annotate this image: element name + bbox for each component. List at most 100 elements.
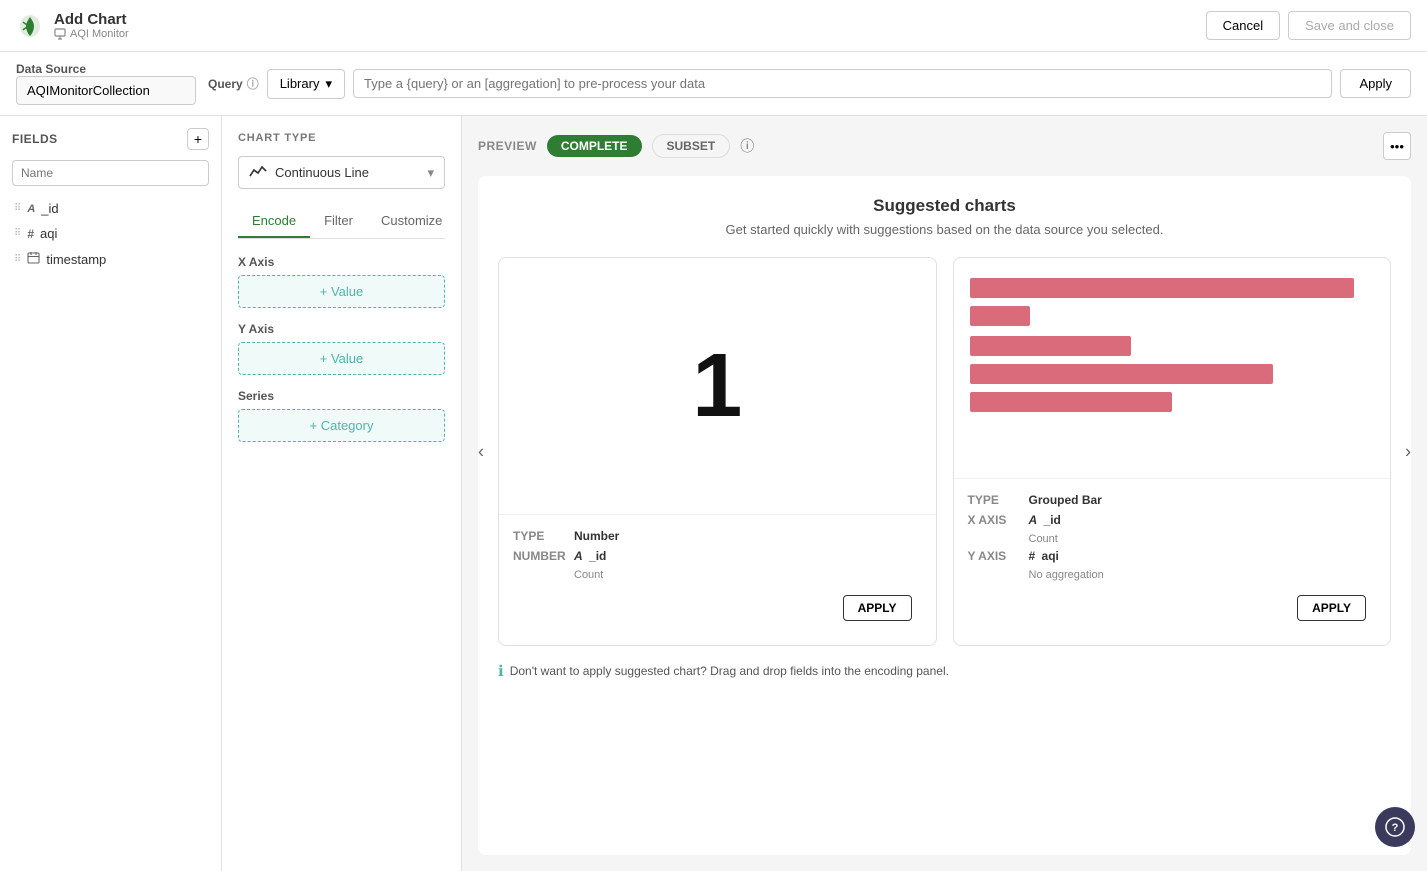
tab-customize[interactable]: Customize	[367, 205, 456, 238]
preview-more-button[interactable]: •••	[1383, 132, 1411, 160]
query-info-icon: ⓘ	[247, 75, 259, 92]
number-agg-sub: Count	[574, 569, 922, 581]
query-label-text: Query ⓘ	[208, 75, 259, 92]
type-row-bar: TYPE Grouped Bar	[968, 493, 1377, 507]
suggestions-title: Suggested charts	[498, 196, 1391, 216]
apply-query-button[interactable]: Apply	[1340, 69, 1411, 98]
prev-chart-button[interactable]: ‹	[478, 441, 484, 462]
chart-encode-panel: CHART TYPE Continuous Line ▾ Encode Filt…	[222, 116, 462, 871]
x-field-icon: A	[1029, 513, 1038, 527]
preview-header: PREVIEW COMPLETE SUBSET ⓘ •••	[478, 132, 1411, 160]
x-axis-label: X Axis	[238, 255, 445, 269]
query-input[interactable]	[353, 69, 1332, 98]
cancel-button[interactable]: Cancel	[1206, 11, 1280, 40]
fields-title: FIELDS	[12, 132, 58, 146]
tab-encode[interactable]: Encode	[238, 205, 310, 238]
y-axis-add-value[interactable]: + Value	[238, 342, 445, 375]
x-axis-val: A _id	[1029, 513, 1061, 527]
y-axis-val: # aqi	[1029, 549, 1059, 563]
number-type-icon: #	[27, 227, 34, 241]
y-axis-section: Y Axis + Value	[238, 322, 445, 389]
number-chart-meta: TYPE Number NUMBER A _id Count	[499, 514, 936, 645]
chart-type-dropdown[interactable]: Continuous Line ▾	[238, 156, 445, 189]
preview-actions: •••	[1383, 132, 1411, 160]
tab-filter[interactable]: Filter	[310, 205, 367, 238]
bar-apply-row: APPLY	[968, 585, 1377, 631]
x-axis-key: X AXIS	[968, 513, 1023, 527]
fields-header: FIELDS +	[12, 128, 209, 150]
library-chevron-icon: ▾	[325, 76, 332, 92]
number-apply-row: APPLY	[513, 585, 922, 631]
add-field-button[interactable]: +	[187, 128, 209, 150]
y-axis-key: Y AXIS	[968, 549, 1023, 563]
y-field-icon: #	[1029, 549, 1036, 563]
main-content: FIELDS + ⠿ A _id ⠿ # aqi ⠿ timestamp ↖ C…	[0, 116, 1427, 871]
bar-row-4	[970, 364, 1375, 384]
field-item-aqi: ⠿ # aqi	[12, 221, 209, 246]
datasource-section: Data Source	[16, 62, 196, 105]
suggestions-subtitle: Get started quickly with suggestions bas…	[498, 222, 1391, 237]
field-label-aqi: aqi	[40, 226, 57, 241]
line-chart-icon	[249, 164, 267, 181]
app-branding: Add Chart AQI Monitor	[16, 11, 129, 40]
monitor-icon	[54, 28, 66, 40]
header-actions: Cancel Save and close	[1206, 11, 1411, 40]
y-axis-label: Y Axis	[238, 322, 445, 336]
svg-text:?: ?	[1392, 822, 1399, 834]
cursor-indicator: ↖	[12, 292, 209, 317]
number-field-icon: A	[574, 549, 583, 563]
y-field-name: aqi	[1042, 549, 1059, 563]
save-close-button[interactable]: Save and close	[1288, 11, 1411, 40]
bar-chart-preview	[954, 258, 1391, 478]
x-agg-sub: Count	[1029, 533, 1377, 545]
app-logo-icon	[16, 12, 44, 40]
bar-1	[970, 278, 1354, 298]
query-bar: Data Source Query ⓘ Library ▾ Apply	[0, 52, 1427, 116]
bar-chart-meta: TYPE Grouped Bar X AXIS A _id Count	[954, 478, 1391, 645]
bar-4	[970, 364, 1273, 384]
calendar-icon	[27, 251, 40, 264]
drag-handle-id[interactable]: ⠿	[14, 203, 21, 214]
preview-panel: PREVIEW COMPLETE SUBSET ⓘ ••• Suggested …	[462, 116, 1427, 871]
help-bubble[interactable]: ?	[1375, 807, 1415, 847]
tab-subset[interactable]: SUBSET	[652, 134, 731, 158]
x-axis-row: X AXIS A _id	[968, 513, 1377, 527]
x-field-name: _id	[1044, 513, 1061, 527]
top-bar: Add Chart AQI Monitor Cancel Save and cl…	[0, 0, 1427, 52]
page-subtitle: AQI Monitor	[54, 28, 129, 40]
field-item-timestamp: ⠿ timestamp	[12, 246, 209, 272]
field-item-id: ⠿ A _id	[12, 196, 209, 221]
datasource-input[interactable]	[16, 76, 196, 105]
subtitle-text: AQI Monitor	[70, 28, 129, 40]
type-key-bar: TYPE	[968, 493, 1023, 507]
number-field-row: NUMBER A _id	[513, 549, 922, 563]
y-axis-row: Y AXIS # aqi	[968, 549, 1377, 563]
series-add-category[interactable]: + Category	[238, 409, 445, 442]
drag-hint-icon: ℹ	[498, 662, 504, 680]
type-row-number: TYPE Number	[513, 529, 922, 543]
series-label: Series	[238, 389, 445, 403]
preview-info-icon: ⓘ	[740, 136, 754, 156]
next-chart-button[interactable]: ›	[1405, 441, 1411, 462]
number-field-name: _id	[589, 549, 606, 563]
bar-2	[970, 306, 1031, 326]
x-axis-section: X Axis + Value	[238, 255, 445, 322]
fields-panel: FIELDS + ⠿ A _id ⠿ # aqi ⠿ timestamp ↖	[0, 116, 222, 871]
tab-complete[interactable]: COMPLETE	[547, 135, 642, 157]
page-title: Add Chart	[54, 11, 129, 28]
title-block: Add Chart AQI Monitor	[54, 11, 129, 40]
chart-card-number: 1 TYPE Number NUMBER A _id	[498, 257, 937, 646]
number-apply-button[interactable]: APPLY	[843, 595, 912, 621]
fields-search-input[interactable]	[12, 160, 209, 186]
drag-handle-aqi[interactable]: ⠿	[14, 228, 21, 239]
drag-handle-timestamp[interactable]: ⠿	[14, 254, 21, 265]
bar-row-5	[970, 392, 1375, 412]
series-section: Series + Category	[238, 389, 445, 456]
query-section: Query ⓘ Library ▾ Apply	[208, 69, 1411, 99]
drag-hint-text: Don't want to apply suggested chart? Dra…	[510, 664, 949, 678]
library-dropdown[interactable]: Library ▾	[267, 69, 345, 99]
number-chart-preview: 1	[499, 258, 936, 514]
x-axis-add-value[interactable]: + Value	[238, 275, 445, 308]
bar-apply-button[interactable]: APPLY	[1297, 595, 1366, 621]
bar-5	[970, 392, 1172, 412]
